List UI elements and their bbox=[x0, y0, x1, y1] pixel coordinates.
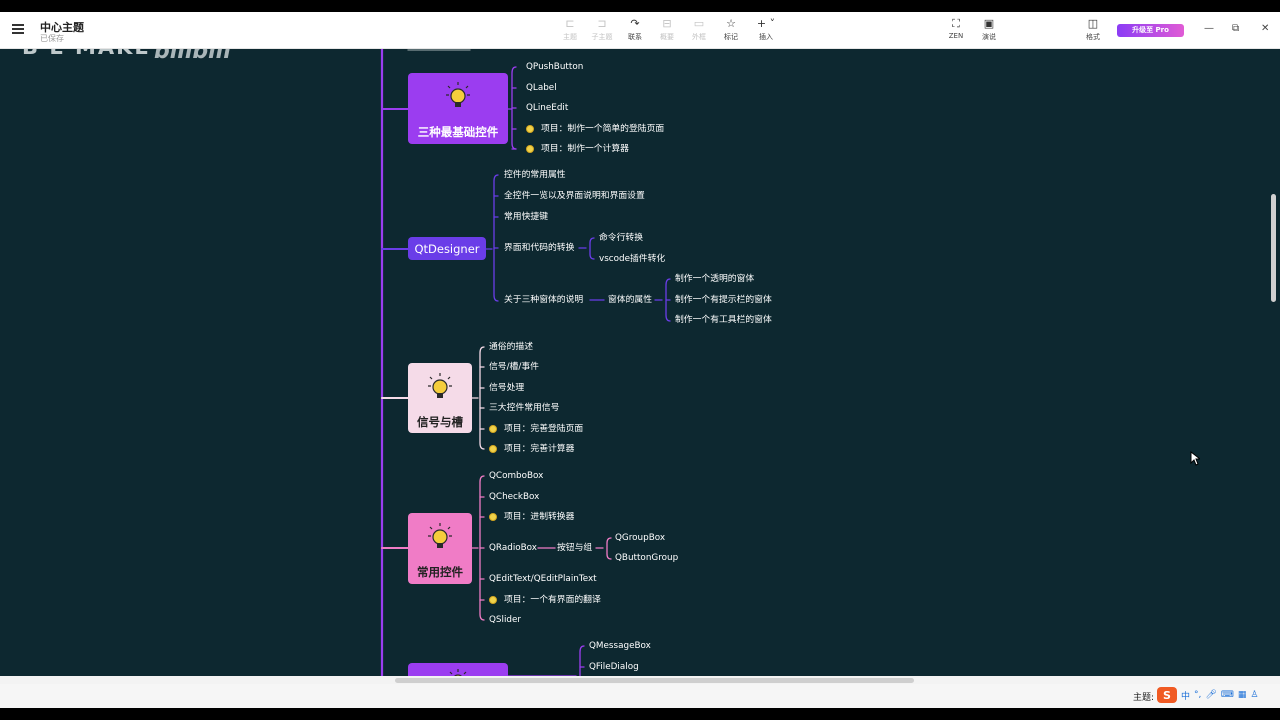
marker-button[interactable]: ☆ 标记 bbox=[713, 17, 749, 42]
node-qedittext[interactable]: QEditText/QEditPlainText bbox=[489, 573, 597, 585]
node-project-translator[interactable]: 项目：一个有界面的翻译 bbox=[489, 594, 601, 606]
insert-topic-button[interactable]: ⊏ 主题 bbox=[552, 17, 588, 42]
node-project-calculator[interactable]: 项目：制作一个计算器 bbox=[526, 143, 629, 155]
node-signal-handling[interactable]: 信号处理 bbox=[489, 382, 524, 394]
node-project-base-converter[interactable]: 项目：进制转换器 bbox=[489, 511, 574, 523]
node-common-signals[interactable]: 三大控件常用信号 bbox=[489, 402, 559, 414]
zen-button[interactable]: ⛶ ZEN bbox=[938, 17, 974, 40]
relationship-button[interactable]: ↷ 联系 bbox=[617, 17, 653, 42]
node-all-controls-overview[interactable]: 全控件一览以及界面说明和界面设置 bbox=[504, 190, 645, 202]
topic-dialogs[interactable] bbox=[408, 663, 508, 676]
mindmap-canvas[interactable]: B E MAKE bilibili bbox=[0, 49, 1280, 676]
node-qbuttongroup[interactable]: QButtonGroup bbox=[615, 552, 678, 564]
presentation-icon: ▣ bbox=[983, 17, 995, 30]
sogou-ime-icon[interactable]: S bbox=[1157, 687, 1177, 703]
node-qlabel[interactable]: QLabel bbox=[526, 82, 557, 94]
node-qlineedit[interactable]: QLineEdit bbox=[526, 102, 568, 114]
node-ui-code-conversion[interactable]: 界面和代码的转换 bbox=[504, 242, 574, 254]
status-bar: 主题: S 中 °, 🎤︎ ⌨ ▦ ♙ bbox=[0, 684, 1280, 708]
top-toolbar: 中心主题 已保存 ⊏ 主题 ⊐ 子主题 ↷ 联系 ⊟ 概要 ▭ 外框 ☆ 标记 + ˅ 插入 … bbox=[0, 12, 1280, 49]
node-qcombobox[interactable]: QComboBox bbox=[489, 470, 543, 482]
close-icon[interactable]: ✕ bbox=[1261, 23, 1269, 34]
lightbulb-icon bbox=[446, 82, 470, 107]
node-common-properties[interactable]: 控件的常用属性 bbox=[504, 169, 566, 181]
insert-button[interactable]: + ˅ 插入 bbox=[748, 17, 784, 42]
save-status: 已保存 bbox=[40, 34, 64, 43]
summary-icon: ⊟ bbox=[662, 17, 672, 30]
node-cli-conversion[interactable]: 命令行转换 bbox=[599, 232, 643, 244]
node-signal-slot-event[interactable]: 信号/槽/事件 bbox=[489, 361, 539, 373]
marker-star-icon: ☆ bbox=[726, 17, 736, 30]
boundary-button[interactable]: ▭ 外框 bbox=[681, 17, 717, 42]
sibling-topic-icon: ⊐ bbox=[597, 17, 607, 30]
node-statusbar-window[interactable]: 制作一个有提示栏的窗体 bbox=[675, 294, 772, 306]
format-panel-icon: ◫ bbox=[1087, 17, 1099, 30]
horizontal-scrollbar[interactable] bbox=[395, 678, 914, 683]
insert-plus-icon: + ˅ bbox=[756, 17, 776, 30]
node-project-improve-calculator[interactable]: 项目：完善计算器 bbox=[489, 443, 574, 455]
format-panel-button[interactable]: ◫ 格式 bbox=[1075, 17, 1111, 42]
node-qmessagebox[interactable]: QMessageBox bbox=[589, 640, 651, 652]
present-button[interactable]: ▣ 演说 bbox=[971, 17, 1007, 42]
theme-label: 主题: bbox=[1133, 693, 1155, 703]
project-marker-icon bbox=[526, 125, 534, 133]
lightbulb-icon bbox=[449, 669, 467, 676]
summary-button[interactable]: ⊟ 概要 bbox=[649, 17, 685, 42]
subtopic-icon: ⊏ bbox=[565, 17, 575, 30]
node-button-and-group[interactable]: 按钮与组 bbox=[557, 542, 592, 554]
mouse-cursor-icon bbox=[1190, 451, 1200, 466]
node-qpushbutton[interactable]: QPushButton bbox=[526, 61, 583, 73]
node-shortcuts[interactable]: 常用快捷键 bbox=[504, 211, 548, 223]
lightbulb-icon bbox=[428, 523, 452, 548]
project-marker-icon bbox=[489, 513, 497, 521]
ime-chinese-mode[interactable]: 中 bbox=[1181, 689, 1190, 702]
connector-lines bbox=[380, 49, 671, 676]
node-project-improve-login[interactable]: 项目：完善登陆页面 bbox=[489, 423, 583, 435]
ime-tray: S 中 °, 🎤︎ ⌨ ▦ ♙ bbox=[1157, 687, 1258, 703]
ime-punctuation-mode[interactable]: °, bbox=[1194, 690, 1201, 700]
node-qcheckbox[interactable]: QCheckBox bbox=[489, 491, 539, 503]
node-plain-description[interactable]: 通俗的描述 bbox=[489, 341, 533, 353]
svg-text:S: S bbox=[1163, 689, 1171, 702]
restore-icon[interactable]: ⧉ bbox=[1232, 23, 1239, 34]
boundary-icon: ▭ bbox=[693, 17, 705, 30]
keyboard-icon[interactable]: ⌨ bbox=[1221, 690, 1234, 700]
node-qradiobox[interactable]: QRadioBox bbox=[489, 542, 537, 554]
node-transparent-window[interactable]: 制作一个透明的窗体 bbox=[675, 273, 754, 285]
node-qslider[interactable]: QSlider bbox=[489, 614, 521, 626]
node-toolbar-window[interactable]: 制作一个有工具栏的窗体 bbox=[675, 314, 772, 326]
project-marker-icon bbox=[489, 445, 497, 453]
project-marker-icon bbox=[526, 145, 534, 153]
project-marker-icon bbox=[489, 425, 497, 433]
topic-basic-controls[interactable]: 三种最基础控件 bbox=[408, 73, 508, 144]
skin-icon[interactable]: ♙ bbox=[1250, 690, 1258, 700]
vertical-scrollbar[interactable] bbox=[1271, 194, 1276, 302]
hamburger-menu-icon[interactable] bbox=[12, 24, 24, 34]
topic-qtdesigner[interactable]: QtDesigner bbox=[408, 237, 486, 260]
fullscreen-icon: ⛶ bbox=[952, 17, 960, 30]
relationship-icon: ↷ bbox=[630, 17, 640, 30]
project-marker-icon bbox=[489, 596, 497, 604]
upgrade-pro-button[interactable]: 升级至 Pro bbox=[1117, 24, 1184, 37]
topic-common-controls[interactable]: 常用控件 bbox=[408, 513, 472, 584]
node-window-attributes[interactable]: 窗体的属性 bbox=[608, 294, 652, 306]
lightbulb-icon bbox=[428, 373, 452, 398]
topic-signals-slots[interactable]: 信号与槽 bbox=[408, 363, 472, 433]
node-vscode-plugin[interactable]: vscode插件转化 bbox=[599, 253, 665, 265]
insert-subtopic-button[interactable]: ⊐ 子主题 bbox=[584, 17, 620, 42]
microphone-icon[interactable]: 🎤︎ bbox=[1205, 690, 1216, 700]
grid-icon[interactable]: ▦ bbox=[1238, 690, 1247, 700]
node-qgroupbox[interactable]: QGroupBox bbox=[615, 532, 665, 544]
node-three-windows[interactable]: 关于三种窗体的说明 bbox=[504, 294, 583, 306]
node-qfiledialog[interactable]: QFileDialog bbox=[589, 661, 639, 673]
node-project-login[interactable]: 项目：制作一个简单的登陆页面 bbox=[526, 123, 664, 135]
minimize-icon[interactable]: — bbox=[1204, 23, 1214, 34]
